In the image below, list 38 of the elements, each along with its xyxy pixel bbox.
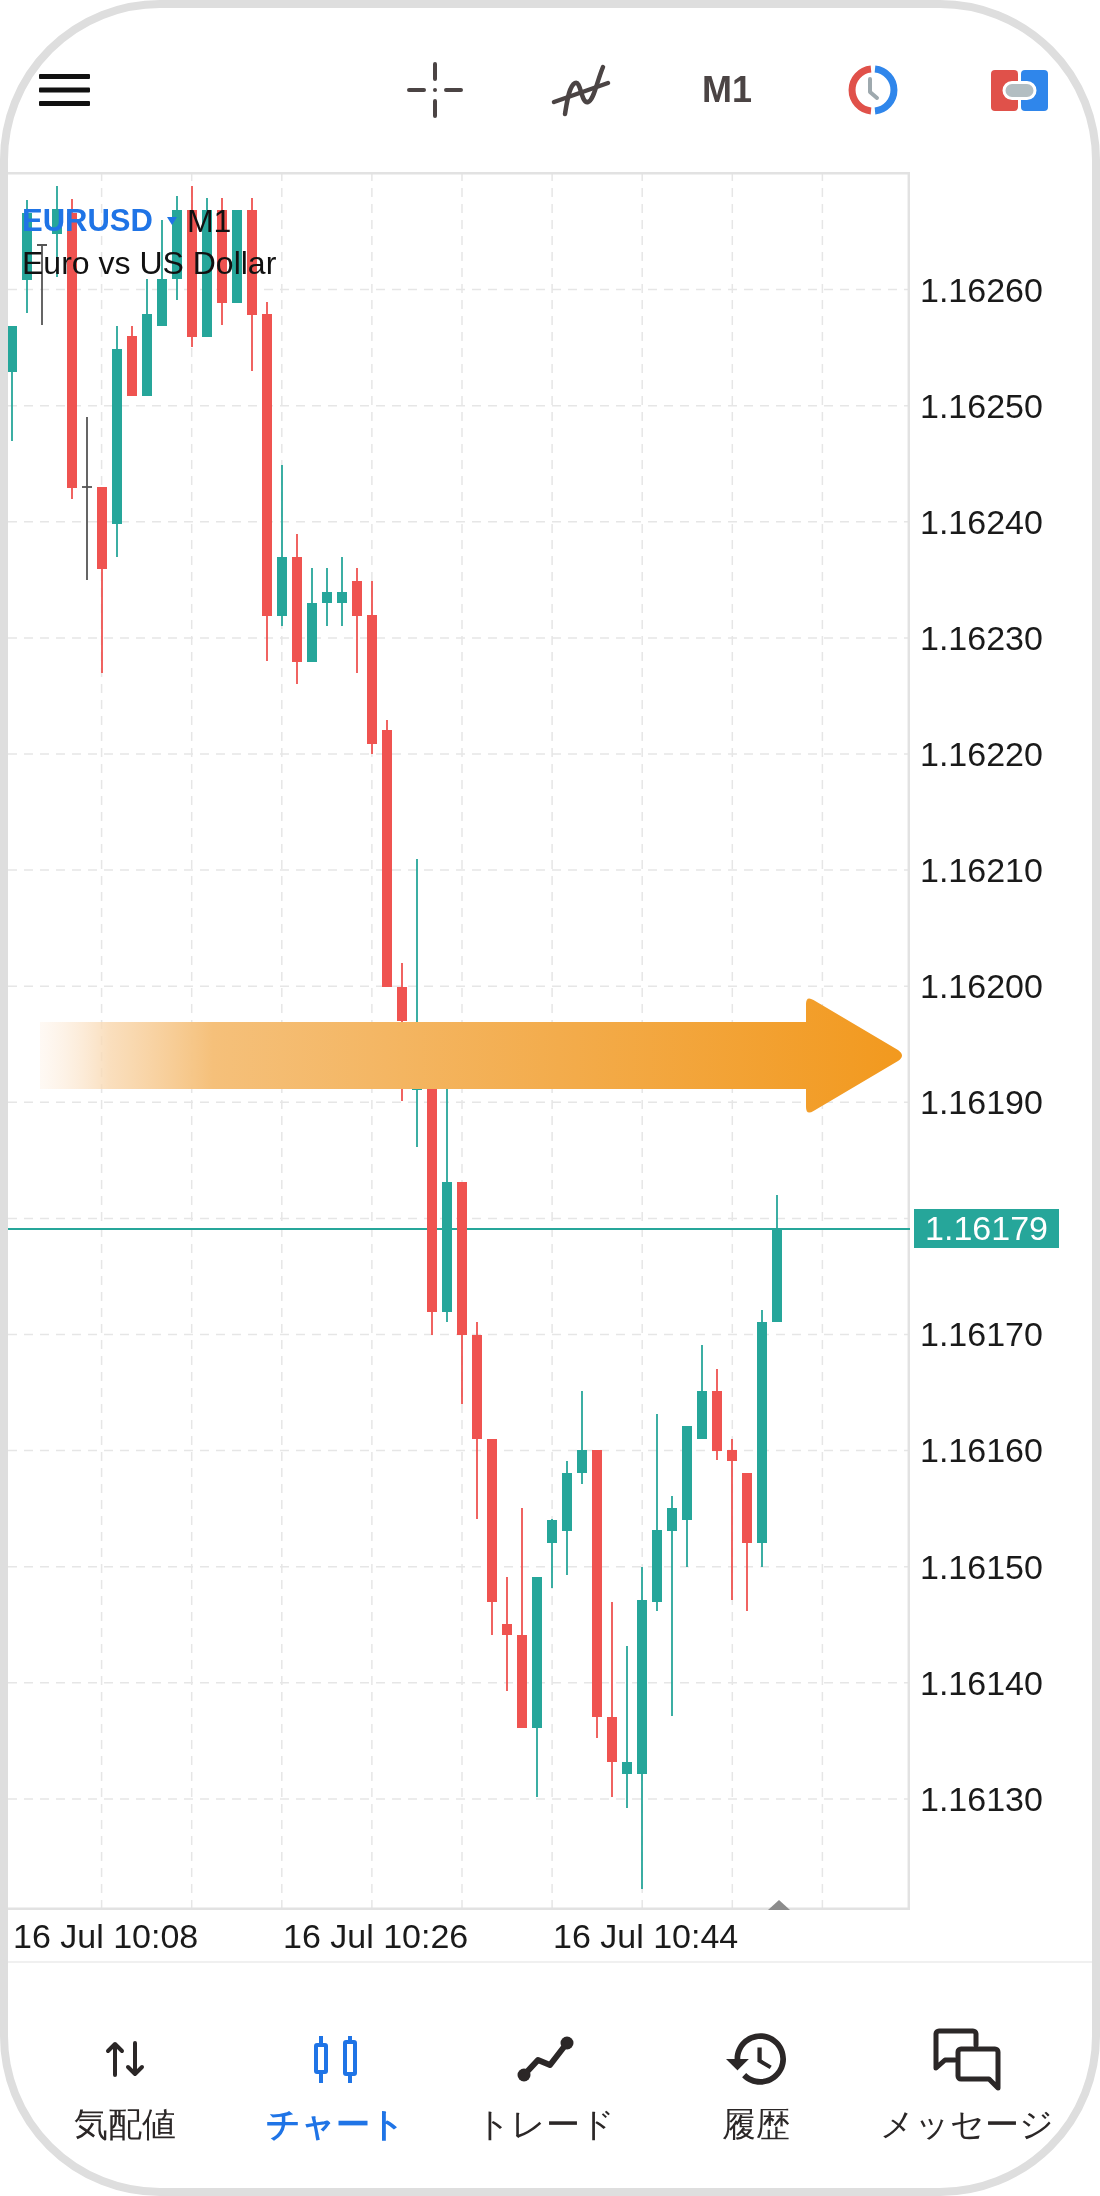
history-icon — [726, 2033, 787, 2085]
crosshair-icon[interactable] — [407, 62, 463, 118]
candlestick-icon — [313, 2033, 359, 2085]
price-label: 1.16130 — [920, 1778, 1043, 1819]
price-label: 1.16240 — [920, 501, 1043, 542]
menu-icon[interactable] — [39, 74, 90, 106]
up-candle — [322, 567, 332, 627]
price-label: 1.16200 — [920, 966, 1043, 1007]
up-down-arrows-icon — [105, 2041, 146, 2077]
time-label: 16 Jul 10:26 — [283, 1916, 469, 1955]
price-label: 1.16210 — [920, 850, 1043, 890]
toggle-icon[interactable] — [990, 69, 1048, 111]
nav-tab[interactable]: メッセージ — [861, 2027, 1072, 2144]
price-label: 1.16220 — [920, 733, 1043, 774]
down-candle — [127, 325, 137, 397]
up-candle — [547, 1518, 557, 1589]
triangle-marker-icon — [768, 1900, 790, 1910]
price-label: 1.16160 — [920, 1430, 1043, 1471]
caret-icon — [166, 217, 177, 225]
price-label: 1.16140 — [920, 1662, 1043, 1703]
price-label: 1.16250 — [920, 385, 1043, 426]
price-label: 1.16150 — [920, 1546, 1043, 1587]
time-label: 16 Jul 10:44 — [553, 1916, 739, 1955]
time-label: 16 Jul 10:08 — [13, 1916, 199, 1955]
nav-tab[interactable]: 履歴 — [651, 2027, 862, 2144]
timeframe-button[interactable]: M1 — [702, 72, 752, 108]
indicator-icon[interactable] — [551, 63, 611, 117]
nav-tab[interactable]: 気配値 — [20, 2027, 231, 2144]
chat-bubbles-icon — [932, 2027, 1001, 2091]
line-chart-icon — [517, 2036, 575, 2082]
price-label: 1.16230 — [920, 617, 1043, 658]
current-price-label: 1.16179 — [914, 1208, 1059, 1248]
up-candle — [337, 556, 347, 627]
price-label: 1.16170 — [920, 1314, 1043, 1355]
nav-tab[interactable]: トレード — [440, 2027, 652, 2144]
price-label: 1.16190 — [920, 1082, 1043, 1123]
price-label: 1.16260 — [920, 269, 1043, 310]
nav-tab[interactable]: チャート — [230, 2027, 441, 2144]
